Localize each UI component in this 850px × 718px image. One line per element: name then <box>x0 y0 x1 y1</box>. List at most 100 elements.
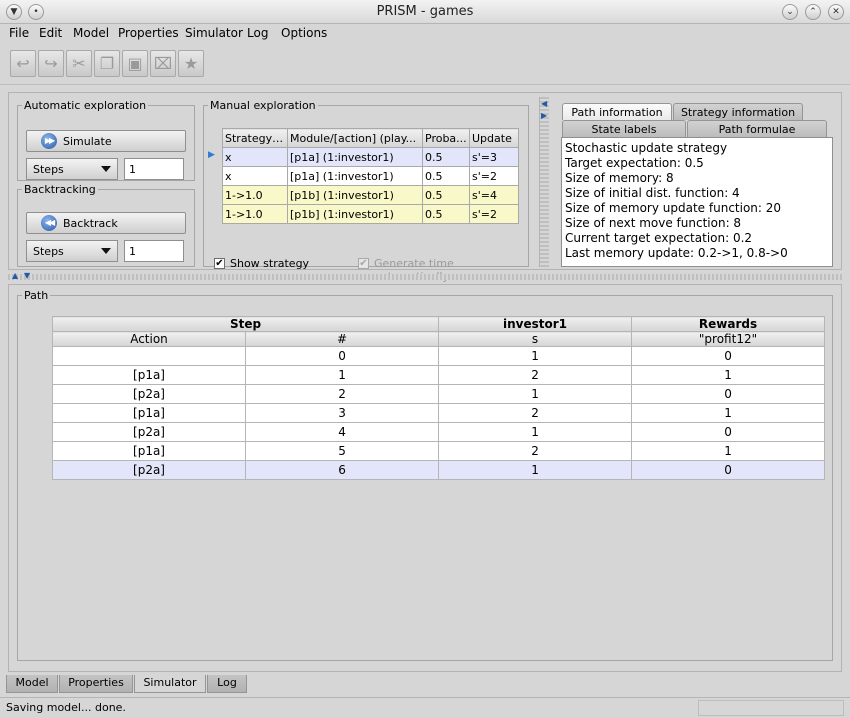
tab-simulator[interactable]: Simulator <box>134 675 206 693</box>
path-group: Path Step investor1 Rewards Action # s "… <box>17 289 833 661</box>
tab-path-information[interactable]: Path information <box>562 103 672 120</box>
close-icon[interactable]: ✕ <box>828 4 844 20</box>
menu-simulator[interactable]: Simulator <box>185 26 243 40</box>
minimize-icon[interactable]: ⌄ <box>782 4 798 20</box>
title-bar: ▼ • PRISM - games ⌄ ⌃ ✕ <box>0 0 850 24</box>
menu-file[interactable]: File <box>9 26 29 40</box>
table-row[interactable]: [p2a] 6 1 0 <box>52 460 826 480</box>
backtrack-steps-select[interactable]: Steps <box>26 240 118 262</box>
collapse-left-icon[interactable]: ◀ <box>541 99 547 108</box>
vertical-splitter[interactable]: ◀ ▶ <box>539 97 549 267</box>
table-row[interactable]: [p1a] 1 2 1 <box>52 365 826 385</box>
toolbar: ↩ ↪ ✂ ❐ ▣ ⌧ ★ <box>0 43 850 85</box>
column-header[interactable]: Proba... <box>422 128 470 148</box>
info-line: Size of memory update function: 20 <box>565 201 782 215</box>
table-cell: 1->1.0 <box>222 185 288 205</box>
table-row[interactable]: x [p1a] (1:investor1) 0.5 s'=3 <box>222 147 519 167</box>
table-cell: [p1b] (1:investor1) <box>287 204 423 224</box>
tab-state-labels[interactable]: State labels <box>562 120 686 137</box>
horizontal-splitter[interactable]: ▲ ▼ <box>8 271 842 280</box>
column-header[interactable]: Module/[action] (play... <box>287 128 423 148</box>
column-header-step-number[interactable]: # <box>244 331 440 347</box>
table-row[interactable]: 0 1 0 <box>52 346 826 366</box>
table-cell: 0 <box>244 346 440 366</box>
steps-count-input[interactable]: 1 <box>124 158 184 180</box>
table-row[interactable]: x [p1a] (1:investor1) 0.5 s'=2 <box>222 166 519 186</box>
table-cell: 1 <box>631 441 826 461</box>
table-cell: 1->1.0 <box>222 204 288 224</box>
table-cell: 4 <box>244 422 440 442</box>
tab-path-formulae[interactable]: Path formulae <box>687 120 827 137</box>
paste-icon[interactable]: ▣ <box>122 50 148 77</box>
menu-options[interactable]: Options <box>281 26 327 40</box>
column-header-profit12[interactable]: "profit12" <box>631 331 826 347</box>
fast-forward-icon: ▶▶ <box>41 133 57 149</box>
expand-up-icon[interactable]: ▲ <box>12 271 18 280</box>
menu-edit[interactable]: Edit <box>39 26 62 40</box>
delete-icon[interactable]: ⌧ <box>150 50 176 77</box>
star-icon[interactable]: ★ <box>178 50 204 77</box>
table-cell: 2 <box>438 365 633 385</box>
manual-exploration-group: Manual exploration ▶ Strategy ... Module… <box>203 99 529 283</box>
path-panel: Path Step investor1 Rewards Action # s "… <box>8 284 842 672</box>
table-row[interactable]: 1->1.0 [p1b] (1:investor1) 0.5 s'=4 <box>222 185 519 205</box>
backtrack-button[interactable]: ◀◀ Backtrack <box>26 212 186 234</box>
backtracking-legend: Backtracking <box>24 183 96 196</box>
menu-log[interactable]: Log <box>247 26 268 40</box>
table-cell: [p2a] <box>52 460 246 480</box>
maximize-icon[interactable]: ⌃ <box>805 4 821 20</box>
menu-model[interactable]: Model <box>73 26 109 40</box>
generate-time-checkbox[interactable]: ✔ <box>358 258 369 269</box>
collapse-right-icon[interactable]: ▶ <box>541 111 547 120</box>
tab-properties[interactable]: Properties <box>59 675 133 693</box>
menu-bar: File Edit Model Properties Simulator Log… <box>0 24 850 43</box>
table-cell: s'=4 <box>469 185 519 205</box>
simulate-button[interactable]: ▶▶ Simulate <box>26 130 186 152</box>
table-cell: 0 <box>631 346 826 366</box>
column-header[interactable]: Strategy ... <box>222 128 288 148</box>
chevron-down-icon <box>101 248 111 254</box>
group-header-step[interactable]: Step <box>51 316 440 332</box>
table-cell: s'=2 <box>469 166 519 186</box>
table-cell: [p1a] <box>52 441 246 461</box>
table-row[interactable]: [p2a] 2 1 0 <box>52 384 826 404</box>
menu-properties[interactable]: Properties <box>118 26 179 40</box>
show-strategy-label: Show strategy <box>230 257 310 270</box>
expand-down-icon[interactable]: ▼ <box>24 271 30 280</box>
table-cell: 0.5 <box>422 166 470 186</box>
backtrack-steps-input[interactable]: 1 <box>124 240 184 262</box>
column-header-action[interactable]: Action <box>52 331 246 347</box>
column-header-s[interactable]: s <box>438 331 633 347</box>
table-cell: [p1a] <box>52 403 246 423</box>
tab-log[interactable]: Log <box>207 675 247 693</box>
automatic-exploration-legend: Automatic exploration <box>24 99 147 112</box>
tab-model[interactable]: Model <box>6 675 58 693</box>
table-cell: 1 <box>438 384 633 404</box>
table-cell: s'=3 <box>469 147 519 167</box>
column-header[interactable]: Update <box>469 128 519 148</box>
info-line: Current target expectation: 0.2 <box>565 231 753 245</box>
window-title: PRISM - games <box>376 4 474 19</box>
table-cell: 1 <box>438 422 633 442</box>
table-row[interactable]: 1->1.0 [p1b] (1:investor1) 0.5 s'=2 <box>222 204 519 224</box>
steps-select[interactable]: Steps <box>26 158 118 180</box>
table-cell: 3 <box>244 403 440 423</box>
automatic-exploration-group: Automatic exploration ▶▶ Simulate Steps … <box>17 99 195 181</box>
table-cell: 5 <box>244 441 440 461</box>
undo-icon[interactable]: ↩ <box>10 50 36 77</box>
scissors-icon[interactable]: ✂ <box>66 50 92 77</box>
table-row[interactable]: [p2a] 4 1 0 <box>52 422 826 442</box>
copy-icon[interactable]: ❐ <box>94 50 120 77</box>
table-cell: 0.5 <box>422 185 470 205</box>
table-row[interactable]: [p1a] 3 2 1 <box>52 403 826 423</box>
table-cell: 1 <box>438 460 633 480</box>
show-strategy-checkbox[interactable]: ✔ <box>214 258 225 269</box>
group-header-investor1[interactable]: investor1 <box>438 316 633 332</box>
tab-strategy-information[interactable]: Strategy information <box>673 103 803 120</box>
group-header-rewards[interactable]: Rewards <box>631 316 826 332</box>
backtrack-label: Backtrack <box>63 216 118 230</box>
redo-icon[interactable]: ↪ <box>38 50 64 77</box>
steps-select-value: Steps <box>33 163 64 176</box>
table-row[interactable]: [p1a] 5 2 1 <box>52 441 826 461</box>
table-cell: 0 <box>631 460 826 480</box>
